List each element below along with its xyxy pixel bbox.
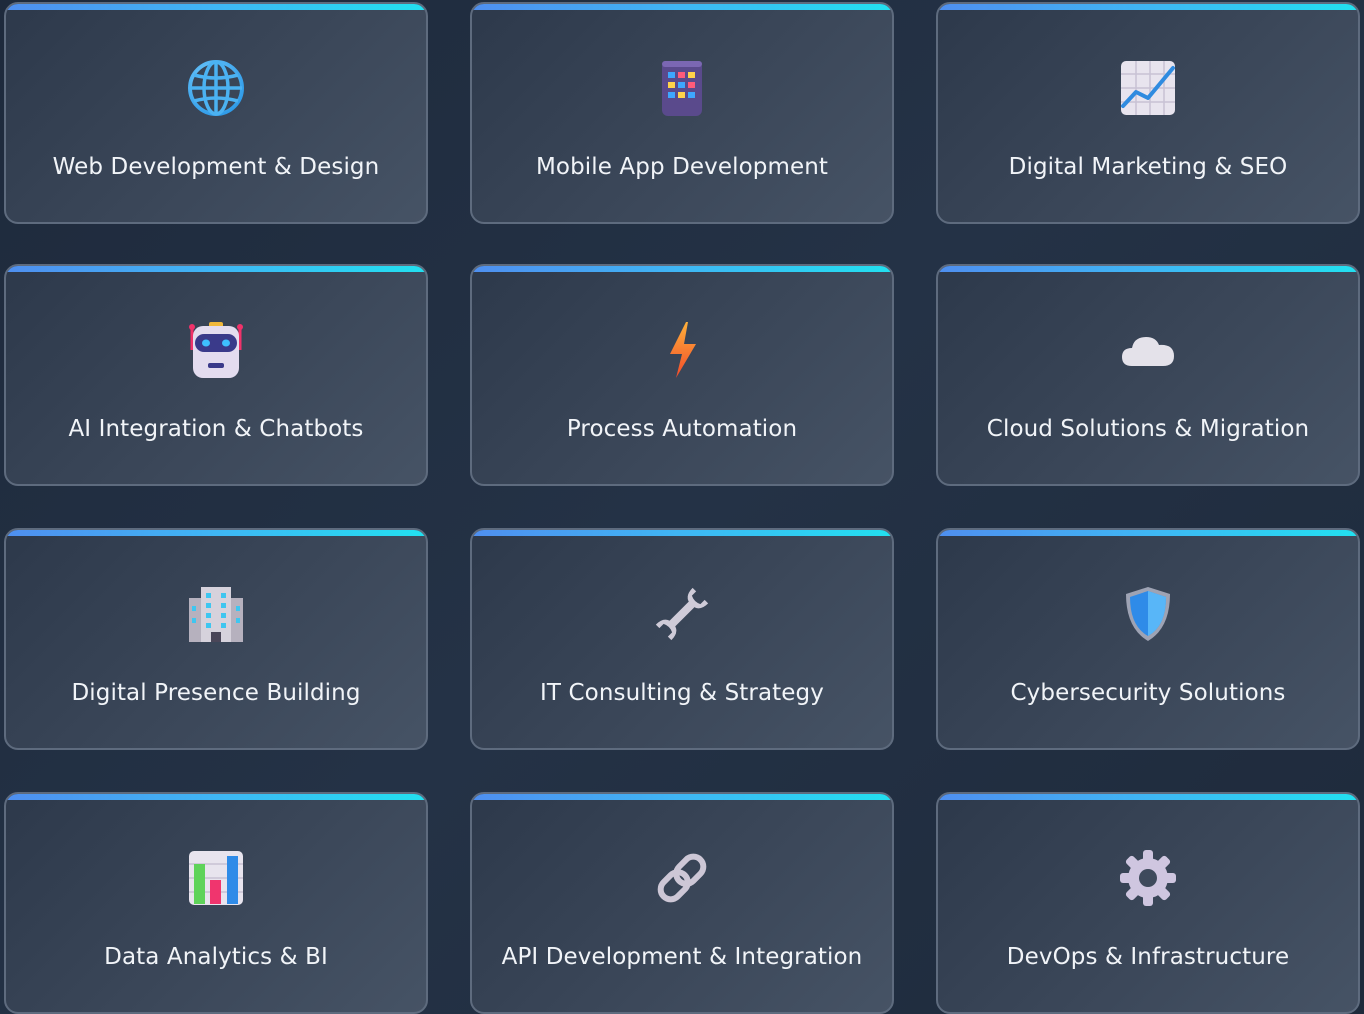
service-card-cybersecurity[interactable]: Cybersecurity Solutions: [936, 528, 1360, 750]
globe-icon: [186, 58, 246, 118]
service-title: Cybersecurity Solutions: [1010, 680, 1286, 706]
service-card-digital-marketing[interactable]: Digital Marketing & SEO: [936, 2, 1360, 224]
office-building-icon: [186, 584, 246, 644]
link-icon: [652, 848, 712, 908]
bar-chart-icon: [186, 848, 246, 908]
service-card-devops[interactable]: DevOps & Infrastructure: [936, 792, 1360, 1014]
cloud-icon: [1118, 320, 1178, 380]
shield-icon: [1118, 584, 1178, 644]
service-title: AI Integration & Chatbots: [68, 416, 364, 442]
service-title: Process Automation: [566, 416, 798, 442]
lightning-icon: [652, 320, 712, 380]
service-card-it-consulting[interactable]: IT Consulting & Strategy: [470, 528, 894, 750]
service-card-mobile-app[interactable]: Mobile App Development: [470, 2, 894, 224]
service-title: DevOps & Infrastructure: [1006, 944, 1290, 970]
service-card-api-development[interactable]: API Development & Integration: [470, 792, 894, 1014]
service-title: Digital Presence Building: [71, 680, 361, 706]
service-title: IT Consulting & Strategy: [540, 680, 824, 706]
chart-increasing-icon: [1118, 58, 1178, 118]
mobile-phone-icon: [652, 58, 712, 118]
service-title: Mobile App Development: [535, 154, 829, 180]
service-title: Cloud Solutions & Migration: [986, 416, 1310, 442]
wrench-icon: [652, 584, 712, 644]
service-card-digital-presence[interactable]: Digital Presence Building: [4, 528, 428, 750]
services-grid: Web Development & Design Mobile App Deve…: [0, 0, 1364, 1014]
service-card-web-development[interactable]: Web Development & Design: [4, 2, 428, 224]
robot-icon: [186, 320, 246, 380]
service-card-ai-integration[interactable]: AI Integration & Chatbots: [4, 264, 428, 486]
service-title: API Development & Integration: [501, 944, 863, 970]
service-title: Data Analytics & BI: [104, 944, 328, 970]
service-title: Digital Marketing & SEO: [1008, 154, 1288, 180]
service-card-process-automation[interactable]: Process Automation: [470, 264, 894, 486]
service-title: Web Development & Design: [52, 154, 380, 180]
gear-icon: [1118, 848, 1178, 908]
service-card-data-analytics[interactable]: Data Analytics & BI: [4, 792, 428, 1014]
service-card-cloud-solutions[interactable]: Cloud Solutions & Migration: [936, 264, 1360, 486]
